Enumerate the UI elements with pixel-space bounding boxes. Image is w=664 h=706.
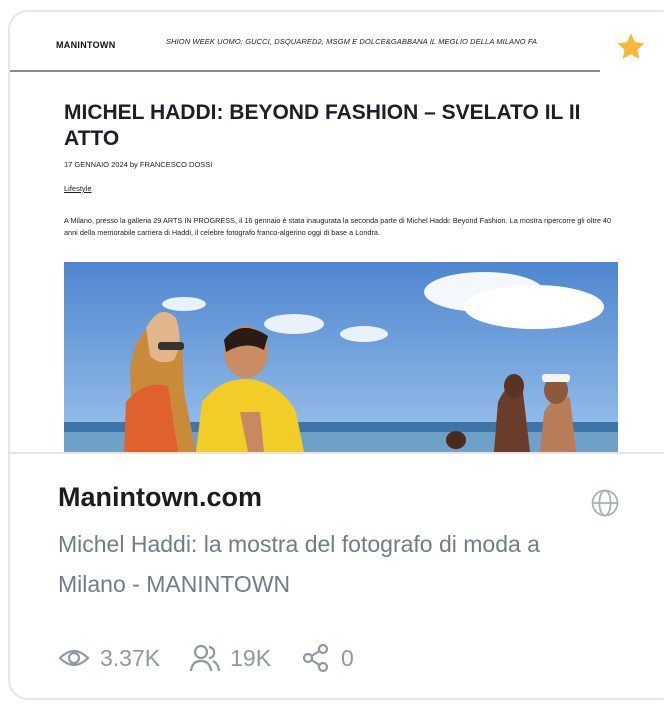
article-category: Lifestyle <box>64 184 92 193</box>
users-stat: 19K <box>190 644 271 672</box>
globe-icon <box>591 489 619 517</box>
article-body: A Milano, presso la galleria 29 ARTS IN … <box>64 216 612 237</box>
article-photo <box>64 262 618 452</box>
views-stat: 3.37K <box>58 645 160 672</box>
page-description[interactable]: Michel Haddi: la mostra del fotografo di… <box>58 524 598 604</box>
share-icon <box>302 643 329 673</box>
shares-stat: 0 <box>301 643 354 673</box>
shares-count: 0 <box>341 644 354 671</box>
users-icon <box>190 644 221 672</box>
eye-icon <box>58 649 90 667</box>
stats-bar: 3.37K 19K 0 <box>58 640 384 676</box>
site-logo: MANINTOWN <box>56 40 116 50</box>
news-ticker: SHION WEEK UOMO: GUCCI, DSQUARED2, MSGM … <box>166 37 538 46</box>
users-count: 19K <box>230 644 272 671</box>
card-divider <box>10 452 664 454</box>
site-header: MANINTOWN SHION WEEK UOMO: GUCCI, DSQUAR… <box>10 12 600 72</box>
page-preview-image: MANINTOWN SHION WEEK UOMO: GUCCI, DSQUAR… <box>10 12 664 452</box>
article-meta: 17 GENNAIO 2024 by FRANCESCO DOSSI <box>64 160 213 169</box>
views-count: 3.37K <box>100 644 161 671</box>
site-domain[interactable]: Manintown.com <box>58 482 262 513</box>
star-icon[interactable] <box>614 30 648 64</box>
article-title: MICHEL HADDI: BEYOND FASHION – SVELATO I… <box>64 101 581 150</box>
link-preview-card[interactable]: MANINTOWN SHION WEEK UOMO: GUCCI, DSQUAR… <box>8 10 664 700</box>
